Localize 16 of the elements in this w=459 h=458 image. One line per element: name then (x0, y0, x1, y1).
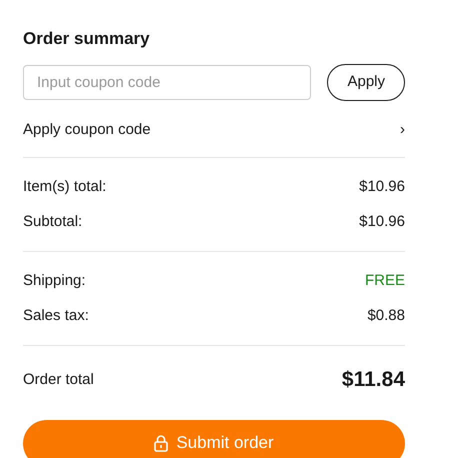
line-label: Subtotal: (23, 212, 82, 232)
line-label: Item(s) total: (23, 177, 106, 197)
line-value: $0.88 (367, 306, 405, 326)
coupon-field[interactable]: Input coupon code (23, 64, 312, 100)
line-value: $10.96 (359, 212, 405, 232)
lock-icon (154, 434, 168, 452)
section-title: Order summary (23, 28, 151, 50)
chevron-icon[interactable]: › (400, 118, 405, 141)
line-label: Sales tax: (23, 306, 89, 326)
apply-coupon-link[interactable]: Apply coupon code (23, 118, 151, 141)
line-value: FREE (364, 271, 405, 291)
line-value: $10.96 (359, 177, 405, 197)
total-value: $11.84 (342, 367, 405, 393)
total-label: Order total (23, 370, 94, 390)
line-label: Shipping: (23, 271, 86, 291)
apply-button[interactable]: Apply (327, 64, 405, 100)
